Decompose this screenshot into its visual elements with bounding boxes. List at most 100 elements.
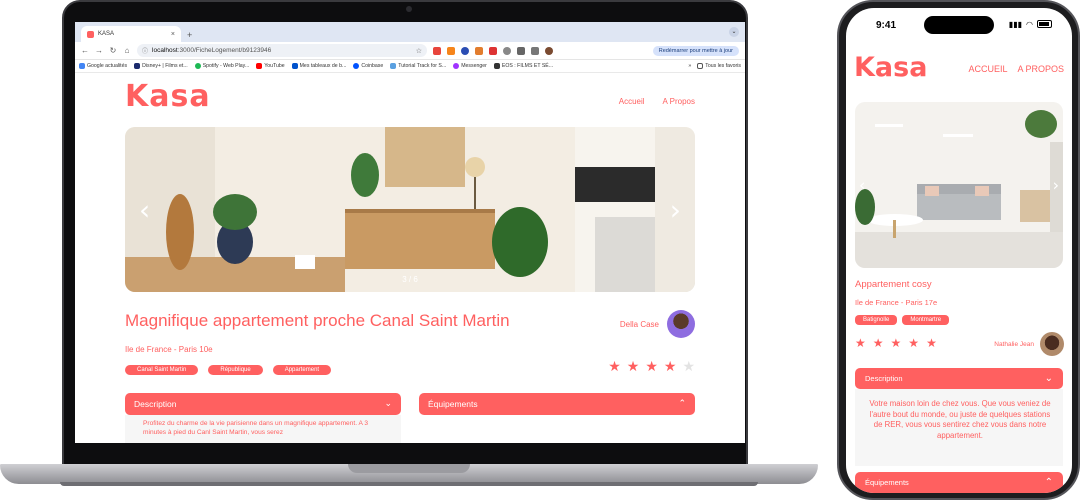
description-body: Profitez du charme de la vie parisienne … xyxy=(125,415,401,443)
description-collapse[interactable]: Description ⌄ xyxy=(125,393,401,415)
status-time: 9:41 xyxy=(876,20,897,31)
bookmarks-bar: Google actualités Disney+ | Films et... … xyxy=(75,60,745,73)
kasa-desktop-page: Kasa Accueil A Propos ‹ › 3 / 6 Magnifiq… xyxy=(75,73,745,443)
url-host: localhost xyxy=(152,47,178,54)
tag: Canal Saint Martin xyxy=(125,365,199,375)
description-collapse[interactable]: Description ⌄ xyxy=(855,368,1063,389)
description-body: Votre maison loin de chez vous. Que vous… xyxy=(855,389,1063,466)
star-icon: ★ xyxy=(682,358,695,374)
chevron-down-icon: ⌄ xyxy=(384,399,392,409)
home-icon[interactable]: ⌂ xyxy=(123,46,131,55)
nav-link-home[interactable]: ACCUEIL xyxy=(968,64,1007,74)
extension-icon[interactable] xyxy=(489,46,497,55)
back-icon[interactable]: ← xyxy=(81,46,89,55)
laptop-notch xyxy=(348,464,470,473)
chevron-down-icon: ⌄ xyxy=(1044,373,1053,384)
host-name: Della Case xyxy=(619,319,659,329)
collapse-label: Équipements xyxy=(865,478,909,487)
extension-icon[interactable] xyxy=(433,46,441,55)
rating-stars: ★ ★ ★ ★ ★ xyxy=(608,358,695,375)
close-tab-icon[interactable]: × xyxy=(171,31,175,38)
avatar xyxy=(667,310,695,338)
spotify-icon xyxy=(194,63,201,69)
bookmark-item[interactable]: Coinbase xyxy=(353,63,383,69)
host-info: Della Case xyxy=(620,310,695,338)
star-icon: ★ xyxy=(872,336,884,350)
bookmark-item[interactable]: Tutorial Track for S... xyxy=(390,63,446,69)
bookmark-item[interactable]: Disney+ | Films et... xyxy=(134,63,188,69)
google-news-icon xyxy=(79,63,85,69)
tutorial-icon xyxy=(390,63,397,69)
all-bookmarks-folder[interactable]: Tous les favoris xyxy=(697,63,741,69)
browser-tab[interactable]: KASA × xyxy=(81,26,181,42)
slide-counter: 3 / 6 xyxy=(402,275,418,284)
chevron-right-icon[interactable]: › xyxy=(670,193,681,226)
more-bookmarks-icon[interactable]: » xyxy=(688,63,691,69)
tag: République xyxy=(208,365,263,375)
chevron-up-icon: ⌃ xyxy=(1044,477,1053,488)
star-icon: ★ xyxy=(908,336,920,350)
star-icon: ★ xyxy=(663,358,677,374)
coinbase-icon xyxy=(353,63,360,69)
signal-icon: ▮▮▮ xyxy=(1008,20,1023,29)
wifi-icon: ◠ xyxy=(1026,20,1033,29)
main-nav: Accueil A Propos xyxy=(619,97,695,106)
extension-icon[interactable] xyxy=(475,46,483,55)
laptop-foot xyxy=(60,482,758,486)
reload-icon[interactable]: ↻ xyxy=(109,46,117,55)
host-name: Nathalie Jean xyxy=(994,340,1034,348)
forward-icon[interactable]: → xyxy=(95,46,103,55)
bookmark-item[interactable]: Spotify - Web Play... xyxy=(194,63,249,69)
kasa-favicon-icon xyxy=(87,30,94,38)
restart-update-button[interactable]: Redémarrer pour mettre à jour xyxy=(652,45,739,56)
bookmark-item[interactable]: Google actualités xyxy=(79,63,127,69)
bookmark-item[interactable]: YouTube xyxy=(256,63,285,69)
kasa-logo[interactable]: Kasa xyxy=(854,52,927,83)
bookmark-item[interactable]: EOS : FILMS ET SÉ... xyxy=(493,63,553,69)
chevron-left-icon[interactable]: ‹ xyxy=(139,193,150,226)
battery-icon xyxy=(1037,20,1052,28)
new-tab-button[interactable]: + xyxy=(181,30,198,42)
url-path: :3000/FicheLogement/b9123946 xyxy=(177,47,272,54)
equipment-collapse[interactable]: Équipements ⌃ xyxy=(855,472,1063,493)
mockup-stage: KASA × + ⌄ ← → ↻ ⌂ ⓘ localhost:3000/Fich… xyxy=(0,0,1080,500)
nav-link-home[interactable]: Accueil xyxy=(619,97,645,106)
star-icon: ★ xyxy=(626,358,640,374)
site-info-icon[interactable]: ⓘ xyxy=(142,46,148,55)
nav-link-about[interactable]: A Propos xyxy=(663,97,695,106)
nav-link-about[interactable]: A PROPOS xyxy=(1017,64,1064,74)
laptop-screen: KASA × + ⌄ ← → ↻ ⌂ ⓘ localhost:3000/Fich… xyxy=(75,22,745,443)
host-info: Nathalie Jean xyxy=(994,332,1064,356)
listing-title: Appartement cosy xyxy=(855,279,932,290)
chevron-left-icon[interactable]: ‹ xyxy=(859,176,865,195)
extension-icon[interactable] xyxy=(461,46,469,55)
extensions-puzzle-icon[interactable] xyxy=(517,46,525,55)
listing-location: Ile de France - Paris 17e xyxy=(855,298,938,307)
extension-icon[interactable] xyxy=(447,46,455,55)
rating-stars: ★ ★ ★ ★ ★ xyxy=(855,336,937,350)
avatar[interactable] xyxy=(545,46,553,55)
kasa-logo[interactable]: Kasa xyxy=(125,79,211,114)
equipment-collapse[interactable]: Équipements ⌃ xyxy=(419,393,695,415)
living-room-photo xyxy=(125,127,695,292)
star-icon: ★ xyxy=(855,336,866,350)
dynamic-island xyxy=(924,16,994,34)
address-bar[interactable]: ⓘ localhost:3000/FicheLogement/b9123946 … xyxy=(137,44,427,57)
bookmark-item[interactable]: Mes tableaux de b... xyxy=(291,63,346,69)
bookmark-star-icon[interactable]: ☆ xyxy=(416,47,422,55)
cosy-room-photo xyxy=(855,102,1063,268)
extension-icon[interactable] xyxy=(503,46,511,55)
browser-toolbar: ← → ↻ ⌂ ⓘ localhost:3000/FicheLogement/b… xyxy=(75,42,745,60)
tab-search-icon[interactable]: ⌄ xyxy=(729,27,739,37)
listing-carousel: ‹ › xyxy=(855,102,1063,268)
bookmark-item[interactable]: Messenger xyxy=(453,63,487,69)
dashboard-icon xyxy=(291,63,298,69)
youtube-icon xyxy=(256,63,263,69)
star-icon: ★ xyxy=(645,358,658,374)
chevron-right-icon[interactable]: › xyxy=(1053,176,1059,195)
download-icon[interactable] xyxy=(531,46,539,55)
folder-icon xyxy=(697,63,704,69)
chevron-up-icon: ⌃ xyxy=(678,399,686,409)
star-icon: ★ xyxy=(608,358,621,374)
collapse-label: Équipements xyxy=(428,399,478,409)
